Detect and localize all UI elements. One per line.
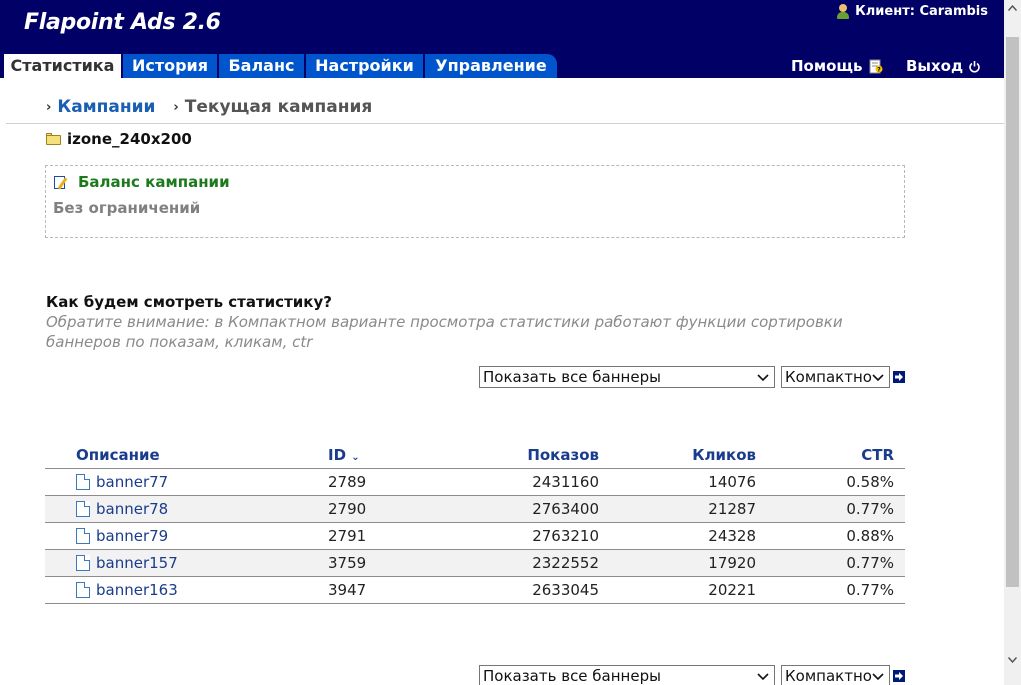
campaign-name: izone_240x200 — [67, 130, 192, 148]
banner-id: 2790 — [328, 500, 367, 518]
power-icon — [969, 60, 980, 72]
scrollbar-thumb[interactable] — [1006, 37, 1019, 587]
folder-icon — [46, 133, 61, 145]
app-window: Flapoint Ads 2.6 Клиент: Carambis Статис… — [0, 0, 1021, 685]
banner-filter-select[interactable]: Показать все баннеры — [479, 366, 775, 388]
banner-filter-value: Показать все баннеры — [483, 368, 661, 386]
main-page: Flapoint Ads 2.6 Клиент: Carambis Статис… — [0, 0, 1004, 685]
scroll-down-icon[interactable] — [1008, 657, 1017, 663]
banner-ctr: 0.77% — [846, 554, 894, 572]
column-id[interactable]: ID ⌄ — [328, 446, 360, 464]
table-row: banner163 3947 2633045 20221 0.77% — [45, 577, 905, 604]
svg-text:?: ? — [877, 66, 881, 73]
tab-management[interactable]: Управление — [425, 54, 557, 78]
breadcrumb-current: Текущая кампания — [184, 97, 373, 117]
header: Flapoint Ads 2.6 Клиент: Carambis — [0, 0, 1004, 52]
view-mode-select[interactable]: Компактно — [781, 366, 890, 388]
balance-edit-icon — [52, 175, 69, 190]
chevron-down-icon — [757, 374, 769, 382]
view-mode-value: Компактно — [785, 368, 872, 386]
column-clicks[interactable]: Кликов — [692, 446, 756, 464]
arrow-right-icon — [895, 373, 903, 381]
scroll-up-icon[interactable] — [1008, 5, 1017, 11]
vertical-scrollbar[interactable] — [1004, 0, 1021, 685]
banner-shows: 2431160 — [532, 473, 599, 491]
banner-link[interactable]: banner77 — [76, 473, 168, 491]
banner-shows: 2322552 — [532, 554, 599, 572]
column-shows[interactable]: Показов — [527, 446, 599, 464]
stats-table: Описание ID ⌄ Показов Кликов CTR banner7… — [45, 442, 905, 604]
banner-clicks: 17920 — [708, 554, 756, 572]
balance-title: Баланс кампании — [78, 173, 230, 191]
view-notice: Обратите внимание: в Компактном варианте… — [46, 313, 843, 351]
apply-button-bottom[interactable] — [893, 670, 905, 682]
banner-link[interactable]: banner157 — [76, 554, 178, 572]
banner-shows: 2763400 — [532, 500, 599, 518]
chevron-right-icon: › — [46, 99, 52, 115]
balance-panel: Баланс кампании Без ограничений — [45, 165, 905, 238]
banner-ctr: 0.88% — [846, 527, 894, 545]
banner-clicks: 20221 — [708, 581, 756, 599]
balance-header: Баланс кампании — [52, 173, 230, 191]
banner-id: 2791 — [328, 527, 367, 545]
banner-id: 2789 — [328, 473, 367, 491]
arrow-right-icon — [895, 672, 903, 680]
help-link[interactable]: Помощь ? — [791, 54, 883, 78]
sort-desc-icon: ⌄ — [351, 452, 360, 463]
banner-id: 3759 — [328, 554, 367, 572]
table-row: banner78 2790 2763400 21287 0.77% — [45, 496, 905, 523]
apply-button[interactable] — [893, 371, 905, 383]
tab-history[interactable]: История — [123, 54, 217, 78]
breadcrumb-campaigns-link[interactable]: Кампании — [57, 97, 155, 117]
banner-filter-select-bottom[interactable]: Показать все баннеры — [479, 665, 775, 685]
help-label: Помощь — [791, 57, 863, 75]
table-row: banner79 2791 2763210 24328 0.88% — [45, 523, 905, 550]
table-row: banner157 3759 2322552 17920 0.77% — [45, 550, 905, 577]
banner-shows: 2763210 — [532, 527, 599, 545]
exit-link[interactable]: Выход — [906, 54, 981, 78]
user-icon — [836, 4, 850, 19]
banner-ctr: 0.77% — [846, 500, 894, 518]
client-label: Клиент: Carambis — [855, 4, 988, 19]
tab-statistics[interactable]: Статистика — [4, 54, 121, 78]
chevron-right-icon: › — [173, 99, 179, 115]
column-description[interactable]: Описание — [76, 446, 160, 464]
banner-ctr: 0.77% — [846, 581, 894, 599]
app-title: Flapoint Ads 2.6 — [24, 10, 221, 35]
balance-value: Без ограничений — [53, 199, 201, 217]
document-icon — [76, 528, 90, 544]
banner-clicks: 24328 — [708, 527, 756, 545]
view-mode-value: Компактно — [785, 667, 872, 685]
view-mode-select-bottom[interactable]: Компактно — [781, 665, 890, 685]
table-header: Описание ID ⌄ Показов Кликов CTR — [45, 442, 905, 469]
banner-shows: 2633045 — [532, 581, 599, 599]
banner-filter-value: Показать все баннеры — [483, 667, 661, 685]
breadcrumb-divider — [6, 123, 1004, 124]
client-info: Клиент: Carambis — [836, 4, 988, 19]
document-icon — [76, 501, 90, 517]
breadcrumb: › Кампании › Текущая кампания — [46, 97, 372, 117]
help-icon: ? — [869, 59, 882, 73]
campaign-title: izone_240x200 — [46, 130, 192, 148]
tab-settings[interactable]: Настройки — [306, 54, 423, 78]
banner-link[interactable]: banner163 — [76, 581, 178, 599]
banner-link[interactable]: banner78 — [76, 500, 168, 518]
banner-clicks: 21287 — [708, 500, 756, 518]
table-row: banner77 2789 2431160 14076 0.58% — [45, 469, 905, 496]
chevron-down-icon — [757, 673, 769, 681]
view-question: Как будем смотреть статистику? — [46, 293, 332, 311]
document-icon — [76, 555, 90, 571]
chevron-down-icon — [872, 673, 884, 681]
tab-balance[interactable]: Баланс — [219, 54, 304, 78]
banner-ctr: 0.58% — [846, 473, 894, 491]
document-icon — [76, 474, 90, 490]
chevron-down-icon — [872, 374, 884, 382]
exit-label: Выход — [906, 57, 964, 75]
column-ctr[interactable]: CTR — [861, 446, 894, 464]
banner-link[interactable]: banner79 — [76, 527, 168, 545]
banner-id: 3947 — [328, 581, 367, 599]
document-icon — [76, 582, 90, 598]
main-nav: Статистика История Баланс Настройки Упра… — [0, 52, 1004, 78]
banner-clicks: 14076 — [708, 473, 756, 491]
